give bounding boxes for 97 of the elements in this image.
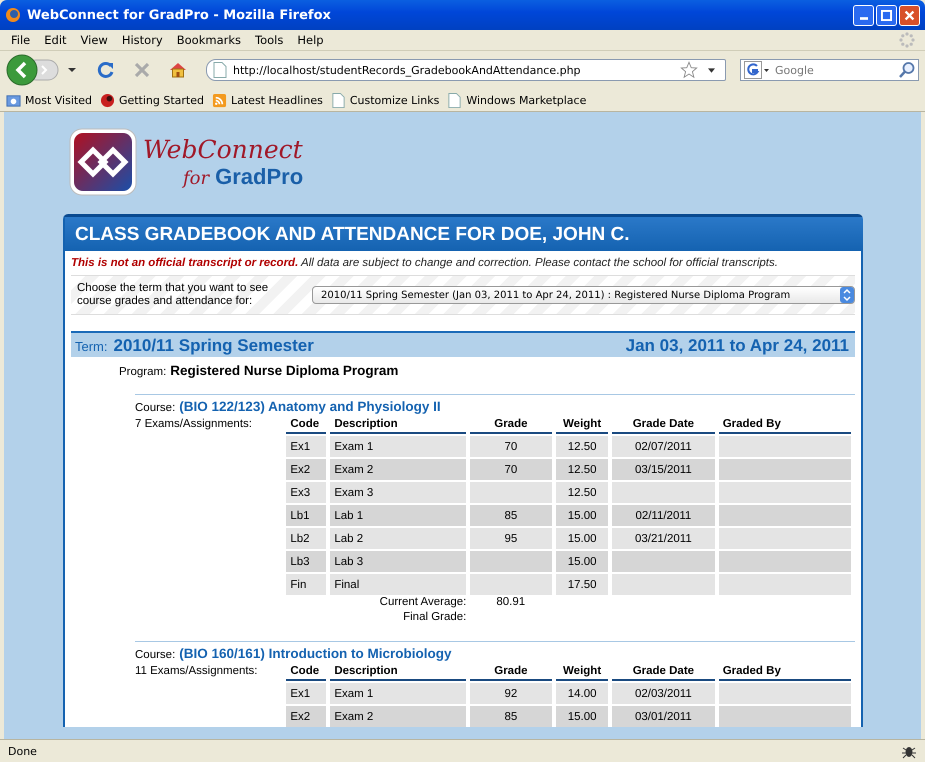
reload-icon[interactable] [96,60,116,80]
program-name: Registered Nurse Diploma Program [170,363,398,378]
engine-icon[interactable] [743,61,771,79]
menu-item[interactable]: Edit [37,33,74,47]
assignment-count: 11 Exams/Assignments: [135,664,259,677]
summary-label: Current Average: [378,595,466,610]
table-cell: Ex1 [286,434,326,457]
page-icon [330,92,346,108]
menu-item[interactable]: History [114,33,170,47]
assignment-count: 7 Exams/Assignments: [135,417,253,430]
table-cell: Exam 2 [330,704,466,727]
table-cell: Ex3 [286,480,326,503]
star-icon[interactable] [680,61,698,79]
disclaimer-text: This is not an official transcript or record. All data are subject to change and correction. Please contact the school for official transcripts. [71,256,778,271]
term-label: Term: [75,339,108,354]
table-cell: Lb3 [286,549,326,572]
globe-icon [5,7,21,23]
folder-icon [6,92,21,108]
table-cell: Exam 3 [330,480,466,503]
close-icon [903,8,916,22]
maximize-button[interactable] [876,4,897,26]
table-cell: 02/03/2011 [612,681,715,704]
table-cell: Lab 3 [330,549,466,572]
logo-text: GradPro [215,164,304,190]
logo-text: WebConnect [143,136,304,164]
page-icon [213,62,227,78]
menu-item[interactable]: File [4,33,38,47]
table-cell: Lb2 [286,526,326,549]
table-cell: 02/07/2011 [612,434,715,457]
table-cell: 12.50 [556,480,608,503]
term-name: 2010/11 Spring Semester [114,336,315,356]
table-cell: 02/11/2011 [612,503,715,526]
back-forward-icon[interactable] [6,54,78,86]
page-heading: CLASS GRADEBOOK AND ATTENDANCE FOR DOE, JOHN C. [63,214,863,251]
stepper-arrows-icon [840,287,854,303]
bookmark-item[interactable]: Getting Started [100,92,204,108]
table-cell: Exam 1 [330,681,466,704]
table-cell: 12.50 [556,434,608,457]
close-button[interactable] [899,4,920,26]
minimize-button[interactable] [853,4,874,26]
search-icon[interactable] [898,61,916,79]
table-cell: 92 [470,681,552,704]
table-cell: Exam 2 [330,457,466,480]
table-cell: 15.00 [556,704,608,727]
window-title: WebConnect for GradPro - Mozilla Firefox [27,8,332,22]
table-cell: Final [330,572,466,595]
logo-icon [69,128,137,196]
table-cell: Ex2 [286,457,326,480]
course-title: (BIO 122/123) Anatomy and Physiology II [179,399,441,414]
course-title: (BIO 160/161) Introduction to Microbiology [179,646,452,661]
summary-label: Final Grade: [402,610,466,625]
table-cell: 03/15/2011 [612,457,715,480]
table-cell: 15.00 [556,503,608,526]
course-label: Course: [135,402,176,414]
dropdown-arrow-icon[interactable] [708,68,715,72]
table-cell: Fin [286,572,326,595]
feed-icon [212,92,227,108]
course-label: Course: [135,649,176,661]
page-icon [447,92,462,108]
table-cell: 85 [470,503,552,526]
table-cell: Ex2 [286,704,326,727]
table-cell: 15.00 [556,526,608,549]
throbber-icon [899,32,915,48]
logo-text: for [183,168,210,189]
maximize-icon [880,8,893,22]
term-dates: Jan 03, 2011 to Apr 24, 2011 [626,336,849,356]
term-chooser-label: Choose the term that you want to see course grades and attendance for: [76,282,270,308]
table-cell: 14.00 [556,681,608,704]
bookmark-item[interactable]: Most Visited [6,92,92,108]
table-cell: 95 [470,526,552,549]
menu-item[interactable]: Bookmarks [170,33,248,47]
program-label: Program: [119,366,166,378]
summary-value: 80.91 [496,595,526,610]
bookmark-item[interactable]: Latest Headlines [212,92,323,108]
table-cell: Ex1 [286,681,326,704]
home-icon[interactable] [168,60,188,80]
bookmark-item[interactable]: Windows Marketplace [447,92,586,108]
table-cell: 15.00 [556,549,608,572]
table-cell: Exam 1 [330,434,466,457]
table-cell: 17.50 [556,572,608,595]
table-cell: Lab 2 [330,526,466,549]
table-cell: 12.50 [556,457,608,480]
menu-item[interactable]: Tools [248,33,290,47]
table-cell: Lb1 [286,503,326,526]
table-cell: 85 [470,704,552,727]
term-select[interactable]: 2010/11 Spring Semester (Jan 03, 2011 to Apr 24, 2011) : Registered Nurse Diploma Program [312,286,855,304]
table-cell: 03/01/2011 [612,704,715,727]
table-cell: 03/21/2011 [612,526,715,549]
status-text: Done [8,744,38,758]
table-cell: Lab 1 [330,503,466,526]
bookmark-item[interactable]: Customize Links [330,92,440,108]
table-cell: 70 [470,434,552,457]
address-bar[interactable]: http://localhost/studentRecords_GradebookAndAttendance.php [206,59,726,81]
menu-item[interactable]: Help [290,33,331,47]
table-cell: 70 [470,457,552,480]
minimize-icon [860,16,868,20]
menu-item[interactable]: View [74,33,115,47]
